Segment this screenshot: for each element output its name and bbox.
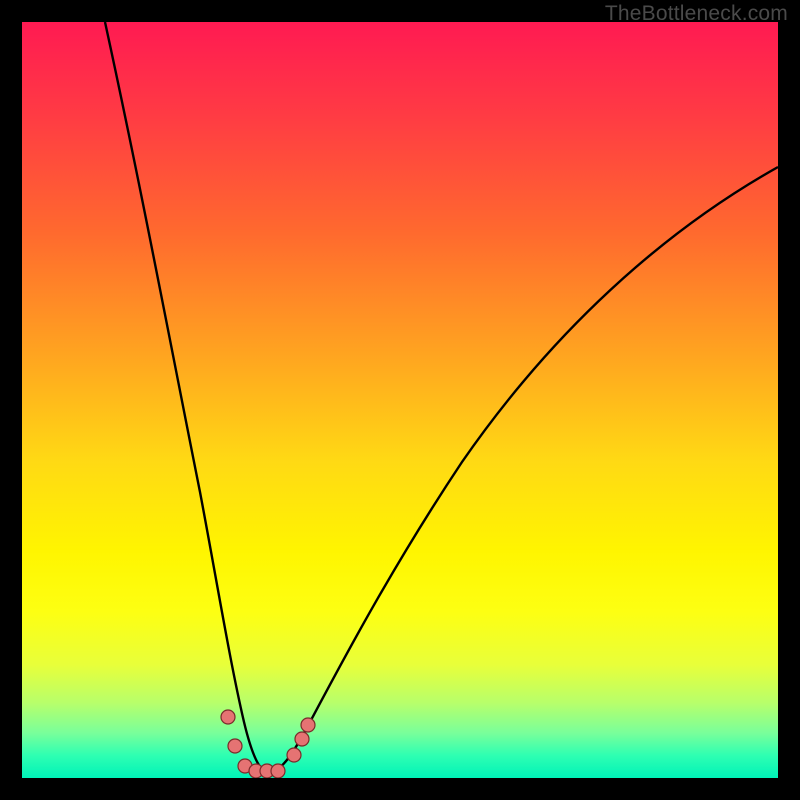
watermark-text: TheBottleneck.com <box>605 2 788 26</box>
bottleneck-curve <box>22 22 778 778</box>
curve-left <box>105 22 263 770</box>
marker-dot <box>271 764 285 778</box>
curve-right <box>275 167 778 770</box>
marker-dot <box>287 748 301 762</box>
marker-dot <box>295 732 309 746</box>
chart-plot-area <box>22 22 778 778</box>
marker-dot <box>228 739 242 753</box>
marker-dot <box>221 710 235 724</box>
marker-group <box>221 710 315 778</box>
marker-dot <box>301 718 315 732</box>
